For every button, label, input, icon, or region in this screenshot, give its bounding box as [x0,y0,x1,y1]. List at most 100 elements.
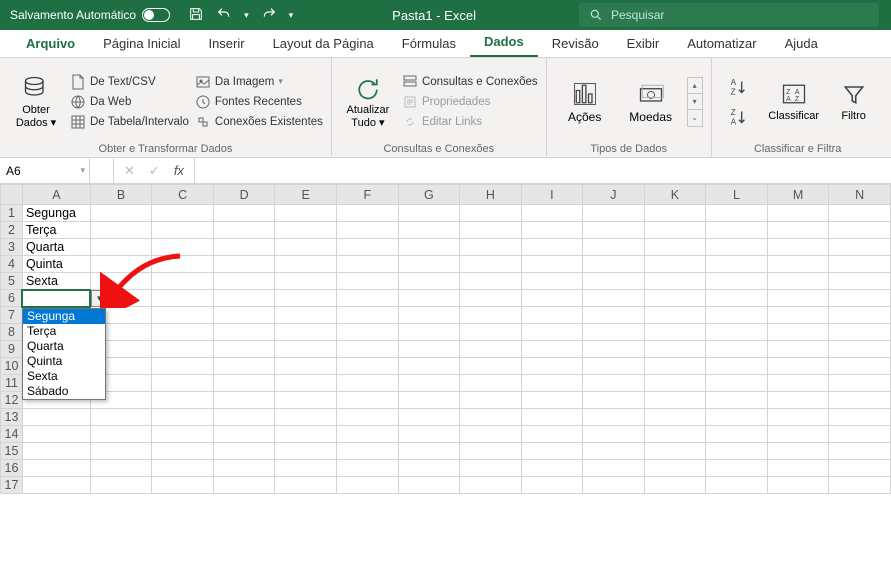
cell[interactable] [583,392,645,409]
cell[interactable] [583,256,645,273]
cell[interactable] [152,307,214,324]
cell[interactable] [521,426,583,443]
tab-dados[interactable]: Dados [470,28,538,57]
gallery-nav[interactable]: ▴ ▾ ⌄ [687,77,703,127]
cell[interactable] [398,341,460,358]
cell[interactable] [460,426,522,443]
cell[interactable] [583,307,645,324]
cell[interactable] [829,477,891,494]
cell[interactable] [706,256,768,273]
cell[interactable] [337,205,399,222]
cell[interactable] [706,375,768,392]
tab-revisao[interactable]: Revisão [538,30,613,57]
cell[interactable] [829,239,891,256]
cell[interactable] [337,324,399,341]
cell[interactable] [706,392,768,409]
cell[interactable] [152,239,214,256]
gallery-down-icon[interactable]: ▾ [688,94,702,110]
cell[interactable] [767,477,829,494]
cell[interactable] [275,290,337,307]
cell[interactable] [460,307,522,324]
cell[interactable] [398,426,460,443]
cell[interactable] [767,392,829,409]
row-header[interactable]: 4 [1,256,23,273]
cell[interactable] [521,290,583,307]
column-header[interactable]: D [213,185,275,205]
cell[interactable] [152,409,214,426]
cell[interactable] [90,222,152,239]
cell[interactable] [644,443,706,460]
cell[interactable] [275,341,337,358]
cell[interactable] [213,290,275,307]
cell[interactable] [767,375,829,392]
cell[interactable] [460,477,522,494]
column-header[interactable]: N [829,185,891,205]
cell[interactable] [583,341,645,358]
gallery-up-icon[interactable]: ▴ [688,78,702,94]
column-header[interactable]: I [521,185,583,205]
tab-arquivo[interactable]: Arquivo [12,30,89,57]
sort-asc-button[interactable]: AZ [720,76,756,98]
cell[interactable] [22,477,90,494]
cell[interactable] [213,392,275,409]
column-header[interactable]: J [583,185,645,205]
cell[interactable] [398,273,460,290]
dropdown-option[interactable]: Sexta [23,369,105,384]
cell[interactable] [337,460,399,477]
cell[interactable] [829,460,891,477]
row-header[interactable]: 2 [1,222,23,239]
cell[interactable] [521,460,583,477]
cell[interactable] [152,477,214,494]
cell[interactable] [152,358,214,375]
tab-layout[interactable]: Layout da Página [259,30,388,57]
cell[interactable] [398,205,460,222]
cell[interactable] [460,460,522,477]
redo-icon[interactable] [261,6,277,25]
cell[interactable] [337,222,399,239]
cell[interactable] [398,358,460,375]
row-header[interactable]: 5 [1,273,23,290]
row-header[interactable]: 14 [1,426,23,443]
row-header[interactable]: 7 [1,307,23,324]
cell[interactable] [213,324,275,341]
cell[interactable] [275,307,337,324]
cell[interactable] [644,358,706,375]
cell[interactable] [583,273,645,290]
cell[interactable] [90,477,152,494]
sort-desc-button[interactable]: ZA [720,106,756,128]
cell[interactable] [460,256,522,273]
row-header[interactable]: 17 [1,477,23,494]
cell[interactable] [767,205,829,222]
cell[interactable] [213,358,275,375]
cell[interactable] [521,409,583,426]
tab-inserir[interactable]: Inserir [194,30,258,57]
cell[interactable] [521,477,583,494]
cell[interactable]: Terça [22,222,90,239]
cell[interactable] [583,409,645,426]
da-web-button[interactable]: Da Web [70,94,189,110]
cell[interactable] [213,341,275,358]
cell[interactable] [829,409,891,426]
acoes-button[interactable]: Ações [555,80,615,124]
cell[interactable] [460,375,522,392]
column-header[interactable]: E [275,185,337,205]
cell[interactable] [829,392,891,409]
column-header[interactable]: B [90,185,152,205]
cell[interactable] [398,460,460,477]
dropdown-option[interactable]: Terça [23,324,105,339]
row-header[interactable]: 3 [1,239,23,256]
cell[interactable] [767,324,829,341]
cell[interactable] [767,273,829,290]
formula-input[interactable] [195,158,891,183]
cell[interactable] [90,460,152,477]
cell[interactable] [337,477,399,494]
cell[interactable] [337,341,399,358]
select-all-corner[interactable] [1,185,23,205]
cell[interactable] [275,443,337,460]
cell[interactable] [22,443,90,460]
cell[interactable] [460,358,522,375]
cell[interactable] [213,307,275,324]
cell[interactable] [275,324,337,341]
cell[interactable] [583,426,645,443]
cell[interactable] [460,324,522,341]
